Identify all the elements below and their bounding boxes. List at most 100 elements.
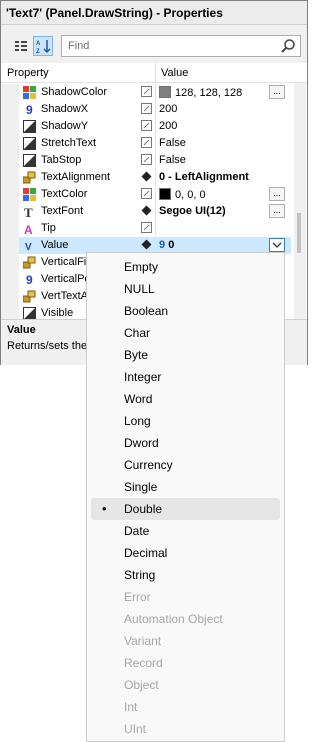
property-value[interactable]: 200	[159, 103, 177, 115]
row-gutter	[1, 288, 19, 305]
option-word[interactable]: Word	[87, 388, 284, 410]
font-icon: T	[23, 205, 36, 220]
property-value[interactable]: False	[159, 137, 186, 149]
property-row-textfont[interactable]: T TextFont Segoe UI(12)...	[1, 203, 291, 220]
property-row-tip[interactable]: A Tip	[1, 220, 291, 237]
vertical-scrollbar[interactable]	[294, 83, 306, 319]
alphabetical-sort-icon: A Z	[36, 40, 51, 54]
option-string[interactable]: String	[87, 564, 284, 586]
column-divider	[155, 169, 156, 186]
option-long[interactable]: Long	[87, 410, 284, 432]
property-value[interactable]: 0, 0, 0	[159, 188, 206, 201]
option-dword[interactable]: Dword	[87, 432, 284, 454]
enum-icon	[22, 171, 36, 184]
option-label: Int	[124, 700, 138, 714]
tip-icon: A	[23, 222, 36, 237]
header-divider[interactable]	[155, 63, 156, 83]
ellipsis-button[interactable]: ...	[269, 204, 285, 218]
property-value[interactable]: 9 0	[159, 239, 174, 251]
column-divider	[155, 203, 156, 220]
ellipsis-button[interactable]: ...	[269, 85, 285, 99]
option-label: Automation Object	[124, 612, 223, 626]
diamond-icon	[141, 239, 152, 250]
edit-icon	[141, 86, 152, 97]
ellipsis-button[interactable]: ...	[269, 187, 285, 201]
option-decimal[interactable]: Decimal	[87, 542, 284, 564]
row-gutter	[1, 254, 19, 271]
option-currency[interactable]: Currency	[87, 454, 284, 476]
color-swatch	[159, 86, 171, 98]
column-divider	[155, 135, 156, 152]
diamond-icon	[141, 205, 152, 216]
svg-text:9: 9	[26, 103, 33, 116]
bool-icon	[23, 120, 36, 133]
option-label: Boolean	[124, 304, 169, 318]
option-double[interactable]: • Double	[91, 498, 280, 520]
property-value[interactable]: 200	[159, 120, 177, 132]
option-boolean[interactable]: Boolean	[87, 300, 284, 322]
value-text: 200	[159, 120, 178, 132]
find-input[interactable]: Find	[61, 35, 301, 57]
property-name: TextAlignment	[41, 171, 111, 183]
property-value[interactable]: False	[159, 154, 186, 166]
search-icon[interactable]	[280, 38, 296, 54]
description-title: Value	[7, 324, 36, 336]
property-value[interactable]: Segoe UI(12)	[159, 205, 226, 217]
property-row-shadowy[interactable]: ShadowY 200	[1, 118, 291, 135]
property-row-shadowx[interactable]: 9 ShadowX 200	[1, 101, 291, 118]
option-date[interactable]: Date	[87, 520, 284, 542]
property-name: TabStop	[41, 154, 82, 166]
categorized-icon	[15, 41, 27, 51]
option-uint: UInt	[87, 718, 284, 740]
option-label: Object	[124, 678, 159, 692]
option-label: Variant	[124, 634, 162, 648]
chevron-down-icon	[272, 242, 282, 248]
svg-text:V: V	[25, 242, 32, 252]
property-row-shadowcolor[interactable]: ShadowColor 128, 128, 128...	[1, 84, 291, 101]
column-divider	[155, 220, 156, 237]
option-label: NULL	[124, 282, 155, 296]
bool-icon	[23, 137, 36, 150]
scrollbar-thumb[interactable]	[297, 213, 301, 253]
option-null[interactable]: NULL	[87, 278, 284, 300]
property-row-textcolor[interactable]: TextColor 0, 0, 0...	[1, 186, 291, 203]
value-text: 0	[168, 239, 175, 251]
property-row-textalignment[interactable]: TextAlignment 0 - LeftAlignment	[1, 169, 291, 186]
option-label: Error	[124, 590, 151, 604]
option-label: Decimal	[124, 546, 168, 560]
edit-icon	[141, 222, 152, 233]
option-integer[interactable]: Integer	[87, 366, 284, 388]
property-value[interactable]: 0 - LeftAlignment	[159, 171, 249, 183]
row-gutter	[1, 118, 19, 135]
value-type-dropdown[interactable]: Empty NULL Boolean Char Byte Integer Word Long D…	[86, 252, 285, 742]
value-text: 200	[159, 103, 178, 115]
property-row-tabstop[interactable]: TabStop False	[1, 152, 291, 169]
svg-text:T: T	[24, 205, 33, 218]
svg-text:A: A	[24, 223, 33, 235]
variant-icon: V	[23, 239, 36, 253]
option-empty[interactable]: Empty	[87, 256, 284, 278]
option-label: UInt	[124, 722, 147, 736]
header-property: Property	[7, 67, 49, 79]
option-single[interactable]: Single	[87, 476, 284, 498]
option-object: Object	[87, 674, 284, 696]
diamond-icon	[141, 171, 152, 182]
row-gutter	[1, 237, 19, 254]
window-title: 'Text7' (Panel.DrawString) - Properties	[1, 1, 307, 25]
categorized-view-button[interactable]	[11, 36, 31, 56]
alphabetical-sort-button[interactable]: A Z	[33, 36, 53, 56]
edit-icon	[141, 137, 152, 148]
option-label: String	[124, 568, 156, 582]
dropdown-arrow-button[interactable]	[269, 238, 285, 252]
option-byte[interactable]: Byte	[87, 344, 284, 366]
option-label: Double	[124, 502, 163, 516]
toolbar: A Z Find	[1, 26, 307, 63]
row-gutter	[1, 203, 19, 220]
selected-bullet-icon: •	[102, 501, 107, 516]
property-row-stretchtext[interactable]: StretchText False	[1, 135, 291, 152]
option-label: Char	[124, 326, 151, 340]
option-label: Empty	[124, 260, 159, 274]
option-char[interactable]: Char	[87, 322, 284, 344]
column-divider	[155, 101, 156, 118]
property-value[interactable]: 128, 128, 128	[159, 86, 242, 99]
